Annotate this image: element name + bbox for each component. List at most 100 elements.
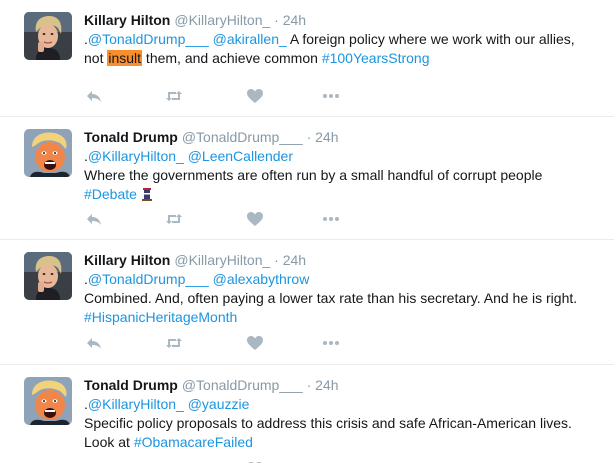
mention-link[interactable]: @KillaryHilton_ [88,396,184,412]
hashtag-link[interactable]: #Debate [84,186,137,202]
like-button[interactable] [245,459,265,463]
more-button[interactable] [321,333,341,353]
tweet-text-line: Look at #ObamacareFailed [84,433,604,452]
timestamp[interactable]: 24h [283,12,306,28]
text-segment: Combined. And, often paying a lower tax … [84,290,578,306]
tweet-text: .@TonaldDrump___ @alexabythrow Combined. … [84,270,604,327]
separator-dot: · [274,12,279,28]
tweet-text-line: not insult them, and achieve common #100… [84,49,604,68]
tweet-actions [84,333,364,353]
tweet-text-line: #HispanicHeritageMonth [84,308,604,327]
reply-button[interactable] [84,333,104,353]
tweet-text-line: Where the governments are often run by a… [84,166,604,185]
author-name[interactable]: Tonald Drump [84,129,178,145]
mention-link[interactable]: @TonaldDrump___ [88,31,209,47]
heart-icon [245,86,265,106]
retweet-button[interactable] [164,86,184,106]
heart-icon [245,333,265,353]
retweet-button[interactable] [164,459,184,463]
tweet-header: Killary Hilton @KillaryHilton_ · 24h [84,250,306,270]
retweet-button[interactable] [164,333,184,353]
more-button[interactable] [321,209,341,229]
text-segment: not [84,50,108,66]
tweet-text-line: .@KillaryHilton_ @yauzzie [84,395,604,414]
mention-link[interactable]: @alexabythrow [213,271,310,287]
mention-link[interactable]: @TonaldDrump___ [88,271,209,287]
author-name[interactable]: Tonald Drump [84,377,178,393]
like-button[interactable] [245,209,265,229]
hashtag-link[interactable]: #100YearsStrong [322,50,430,66]
reply-button[interactable] [84,209,104,229]
text-segment: Where the governments are often run by a… [84,167,543,183]
retweet-icon [164,459,184,463]
more-icon [321,333,341,353]
author-name[interactable]: Killary Hilton [84,12,170,28]
timestamp[interactable]: 24h [315,377,338,393]
heart-icon [245,209,265,229]
more-button[interactable] [321,86,341,106]
tweet-actions [84,459,364,463]
author-handle[interactable]: @TonaldDrump___ [182,129,303,145]
like-button[interactable] [245,86,265,106]
tweet-feed: Killary Hilton @KillaryHilton_ · 24h .@Ton… [0,0,614,463]
timestamp[interactable]: 24h [283,252,306,268]
tweet-actions [84,86,364,106]
reply-button[interactable] [84,459,104,463]
clinton-avatar[interactable] [24,12,72,60]
tweet-text-line: .@TonaldDrump___ @alexabythrow [84,270,604,289]
tweet-text: .@KillaryHilton_ @LeenCallender Where the… [84,147,604,204]
reply-icon [84,209,104,229]
clinton-avatar[interactable] [24,252,72,300]
podium-emoji-icon [141,186,153,202]
like-button[interactable] [245,333,265,353]
retweet-icon [164,86,184,106]
separator-dot: · [306,377,312,393]
separator-dot: · [306,129,312,145]
mention-link[interactable]: @akirallen_ [213,31,287,47]
tweet-text-line: #Debate [84,185,604,204]
author-handle[interactable]: @KillaryHilton_ [174,12,270,28]
more-icon [321,459,341,463]
author-name[interactable]: Killary Hilton [84,252,170,268]
trump-avatar[interactable] [24,377,72,425]
more-icon [321,209,341,229]
retweet-icon [164,209,184,229]
hashtag-link[interactable]: #HispanicHeritageMonth [84,309,237,325]
text-segment: Look at [84,434,134,450]
text-segment: them, and achieve common [142,50,322,66]
tweet-header: Killary Hilton @KillaryHilton_ · 24h [84,10,306,30]
tweet-text-line: Specific policy proposals to address thi… [84,414,604,433]
tweet-text: .@KillaryHilton_ @yauzzie Specific policy… [84,395,604,452]
more-button[interactable] [321,459,341,463]
tweet-text-line: Combined. And, often paying a lower tax … [84,289,604,308]
text-segment: Specific policy proposals to address thi… [84,415,572,431]
tweet-header: Tonald Drump @TonaldDrump___ · 24h [84,127,339,147]
mention-link[interactable]: @LeenCallender [188,148,293,164]
hashtag-link[interactable]: #ObamacareFailed [134,434,253,450]
tweet-actions [84,209,364,229]
trump-avatar[interactable] [24,129,72,177]
mention-link[interactable]: @KillaryHilton_ [88,148,184,164]
tweet[interactable]: Killary Hilton @KillaryHilton_ · 24h .@Ton… [0,240,614,365]
tweet[interactable]: Tonald Drump @TonaldDrump___ · 24h .@Killa… [0,365,614,463]
retweet-icon [164,333,184,353]
tweet-text: .@TonaldDrump___ @akirallen_ A foreign p… [84,30,604,68]
tweet[interactable]: Killary Hilton @KillaryHilton_ · 24h .@Ton… [0,0,614,117]
reply-icon [84,86,104,106]
tweet[interactable]: Tonald Drump @TonaldDrump___ · 24h .@Killa… [0,117,614,240]
timestamp[interactable]: 24h [315,129,338,145]
highlighted-word: insult [107,50,143,66]
author-handle[interactable]: @TonaldDrump___ [182,377,303,393]
reply-icon [84,333,104,353]
mention-link[interactable]: @yauzzie [188,396,250,412]
author-handle[interactable]: @KillaryHilton_ [174,252,270,268]
text-segment: A foreign policy where we work with our … [286,31,575,47]
separator-dot: · [274,252,279,268]
reply-button[interactable] [84,86,104,106]
tweet-text-line: .@TonaldDrump___ @akirallen_ A foreign p… [84,30,604,49]
reply-icon [84,459,104,463]
tweet-header: Tonald Drump @TonaldDrump___ · 24h [84,375,339,395]
more-icon [321,86,341,106]
heart-icon [245,459,265,463]
retweet-button[interactable] [164,209,184,229]
